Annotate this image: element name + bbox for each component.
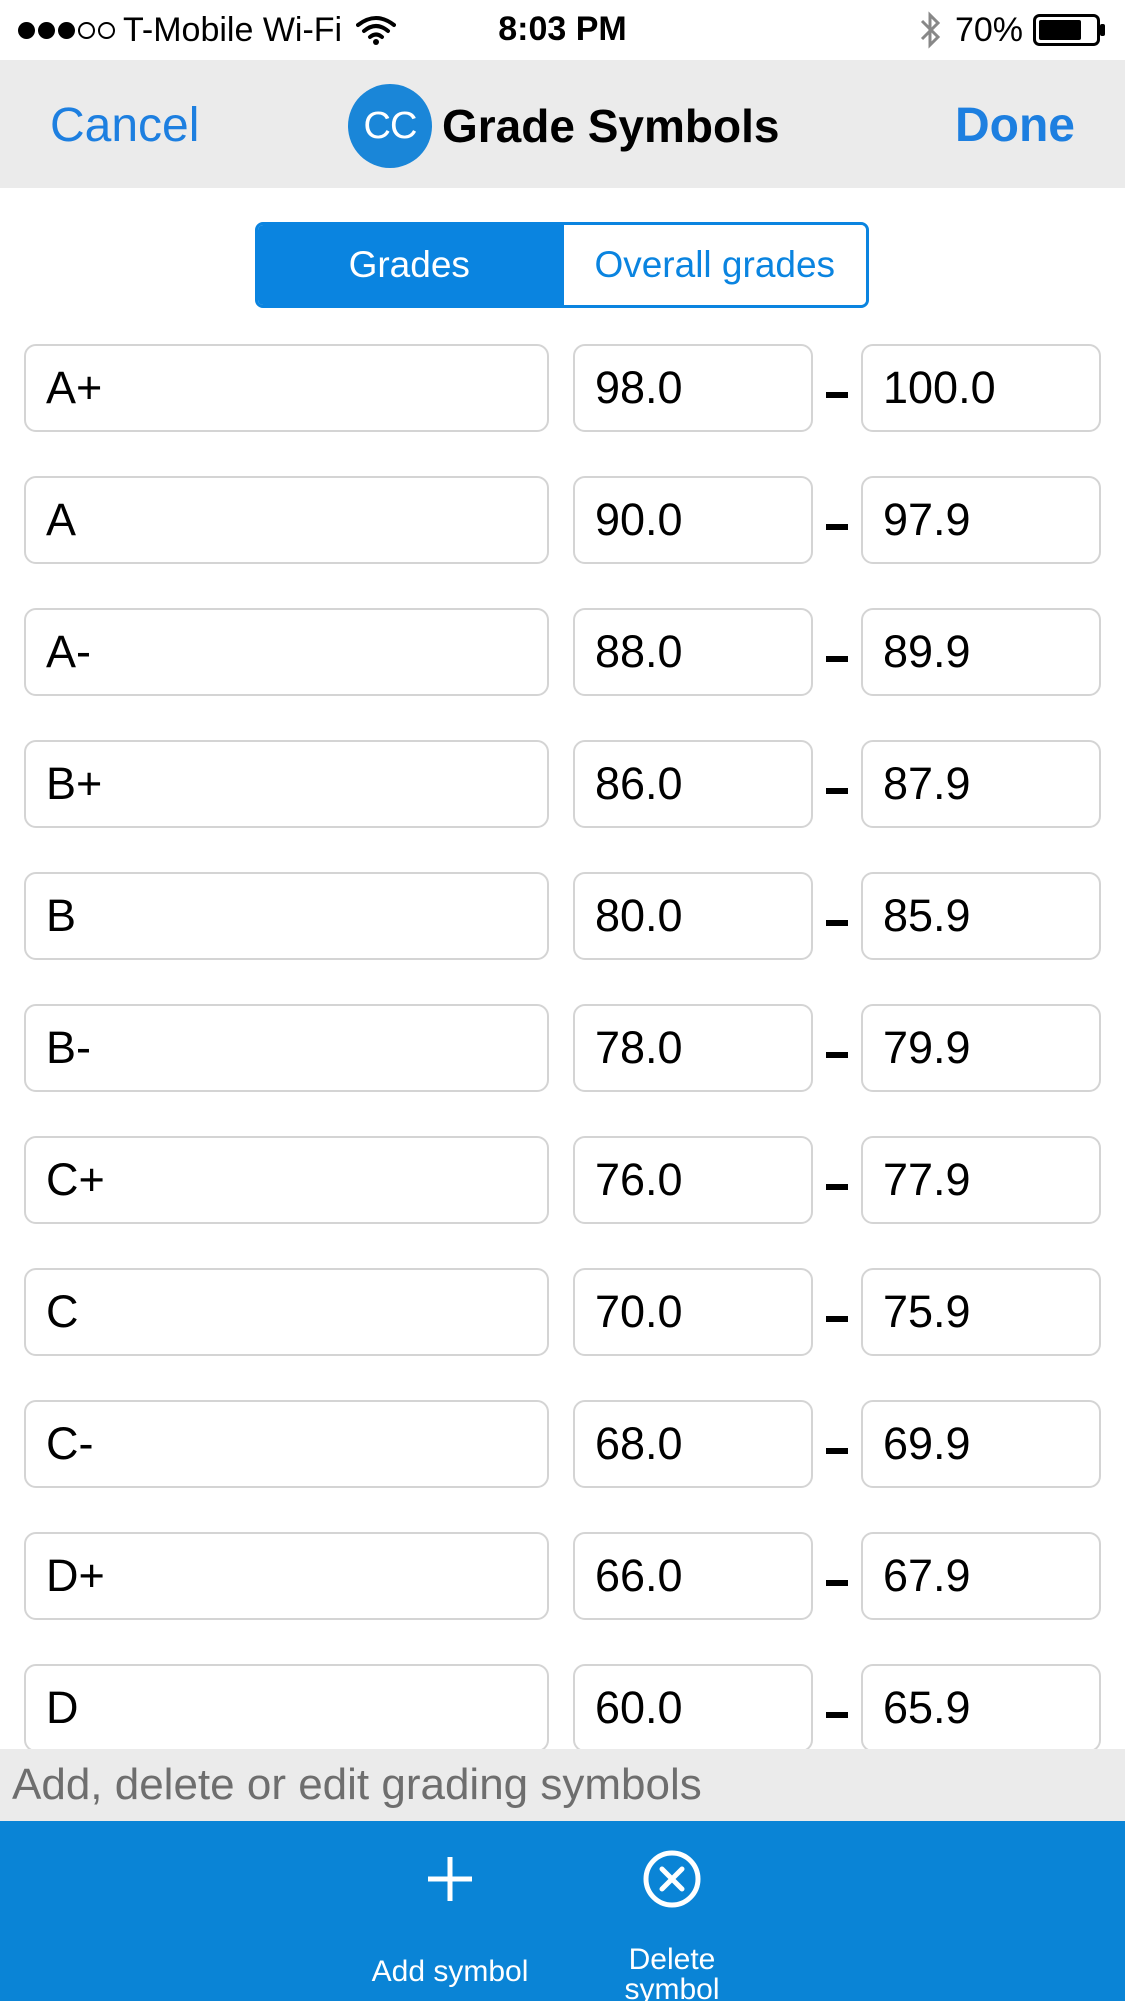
delete-label-line2: symbol	[624, 1973, 720, 2006]
range-dash	[826, 656, 848, 662]
add-symbol-button[interactable]: Add symbol	[350, 1821, 550, 2001]
grade-min-field[interactable]: 86.0	[573, 740, 813, 828]
grade-min-field[interactable]: 76.0	[573, 1136, 813, 1224]
grade-max-field[interactable]: 75.9	[861, 1268, 1101, 1356]
battery-icon	[1033, 14, 1105, 46]
range-dash	[826, 524, 848, 530]
status-bar: T-Mobile Wi-Fi 8:03 PM 70%	[0, 0, 1125, 60]
grade-symbol-field[interactable]: B-	[24, 1004, 549, 1092]
grade-row: C 70.0 75.9	[0, 1268, 1125, 1358]
grade-min-field[interactable]: 68.0	[573, 1400, 813, 1488]
grade-min-field[interactable]: 98.0	[573, 344, 813, 432]
delete-label-line1: Delete	[628, 1943, 716, 1976]
grade-symbol-list: A+ 98.0 100.0 A 90.0 97.9 A- 88.0 89.9 B+ 86.0 87.9…	[0, 344, 1125, 1749]
nav-title-group: CC Grade Symbols	[348, 84, 779, 168]
bluetooth-icon	[920, 11, 941, 49]
circle-x-icon	[643, 1850, 701, 1908]
range-dash	[826, 920, 848, 926]
grade-row: C+ 76.0 77.9	[0, 1136, 1125, 1226]
cancel-button[interactable]: Cancel	[50, 98, 199, 153]
range-dash	[826, 1448, 848, 1454]
status-right: 70%	[919, 10, 1107, 50]
range-dash	[826, 1316, 848, 1322]
grade-row: B 80.0 85.9	[0, 872, 1125, 962]
range-dash	[826, 1052, 848, 1058]
grade-type-segmented-control: Grades Overall grades	[255, 222, 869, 308]
range-dash	[826, 788, 848, 794]
range-dash	[826, 1712, 848, 1718]
grade-row: C- 68.0 69.9	[0, 1400, 1125, 1490]
hint-text: Add, delete or edit grading symbols	[0, 1749, 1125, 1821]
battery-percent: 70%	[954, 10, 1023, 49]
plus-icon	[428, 1857, 472, 1901]
grade-max-field[interactable]: 65.9	[861, 1664, 1101, 1749]
nav-bar: Cancel CC Grade Symbols Done	[0, 60, 1125, 188]
range-dash	[826, 1580, 848, 1586]
grade-symbol-field[interactable]: C	[24, 1268, 549, 1356]
range-dash	[826, 1184, 848, 1190]
grade-max-field[interactable]: 69.9	[861, 1400, 1101, 1488]
grade-row: A- 88.0 89.9	[0, 608, 1125, 698]
page-title: Grade Symbols	[442, 100, 780, 152]
grade-symbol-field[interactable]: D	[24, 1664, 549, 1749]
delete-symbol-label: Delete symbol	[572, 1945, 772, 2005]
grade-symbol-field[interactable]: C+	[24, 1136, 549, 1224]
range-dash	[826, 392, 848, 398]
add-symbol-label: Add symbol	[371, 1955, 529, 1988]
grade-symbol-field[interactable]: D+	[24, 1532, 549, 1620]
grade-symbol-field[interactable]: A-	[24, 608, 549, 696]
grade-max-field[interactable]: 85.9	[861, 872, 1101, 960]
grade-min-field[interactable]: 70.0	[573, 1268, 813, 1356]
grade-max-field[interactable]: 100.0	[861, 344, 1101, 432]
grade-min-field[interactable]: 88.0	[573, 608, 813, 696]
grade-min-field[interactable]: 60.0	[573, 1664, 813, 1749]
grade-max-field[interactable]: 87.9	[861, 740, 1101, 828]
done-button[interactable]: Done	[955, 98, 1075, 153]
grade-row: D+ 66.0 67.9	[0, 1532, 1125, 1622]
grade-max-field[interactable]: 67.9	[861, 1532, 1101, 1620]
grade-row: A+ 98.0 100.0	[0, 344, 1125, 434]
app-logo: CC	[348, 84, 432, 168]
grade-row: B- 78.0 79.9	[0, 1004, 1125, 1094]
grade-symbol-field[interactable]: A	[24, 476, 549, 564]
grade-symbol-field[interactable]: B+	[24, 740, 549, 828]
delete-symbol-button[interactable]: Delete symbol	[572, 1821, 772, 2005]
grade-symbol-field[interactable]: C-	[24, 1400, 549, 1488]
grade-min-field[interactable]: 78.0	[573, 1004, 813, 1092]
grade-min-field[interactable]: 80.0	[573, 872, 813, 960]
grade-row: B+ 86.0 87.9	[0, 740, 1125, 830]
tab-grades[interactable]: Grades	[258, 225, 561, 305]
grade-row: D 60.0 65.9	[0, 1664, 1125, 1749]
grade-max-field[interactable]: 79.9	[861, 1004, 1101, 1092]
grade-min-field[interactable]: 90.0	[573, 476, 813, 564]
grade-max-field[interactable]: 97.9	[861, 476, 1101, 564]
grade-min-field[interactable]: 66.0	[573, 1532, 813, 1620]
grade-symbol-field[interactable]: B	[24, 872, 549, 960]
grade-max-field[interactable]: 89.9	[861, 608, 1101, 696]
grade-symbol-field[interactable]: A+	[24, 344, 549, 432]
grade-max-field[interactable]: 77.9	[861, 1136, 1101, 1224]
tab-overall-grades[interactable]: Overall grades	[560, 225, 866, 305]
bottom-toolbar: Add symbol Delete symbol	[0, 1821, 1125, 2005]
grade-row: A 90.0 97.9	[0, 476, 1125, 566]
